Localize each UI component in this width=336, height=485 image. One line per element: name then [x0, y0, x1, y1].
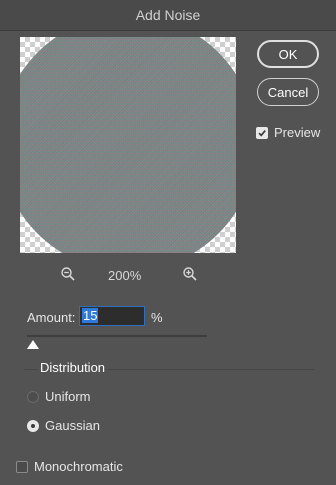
- zoom-in-icon[interactable]: [182, 266, 198, 282]
- zoom-out-icon[interactable]: [60, 266, 76, 282]
- checkbox-checked-icon[interactable]: [256, 126, 268, 139]
- preview-checkbox[interactable]: Preview: [256, 125, 320, 140]
- noise-preview[interactable]: [20, 37, 236, 253]
- dialog-title: Add Noise: [135, 7, 201, 23]
- gaussian-label: Gaussian: [45, 418, 100, 433]
- monochromatic-checkbox[interactable]: Monochromatic: [16, 459, 123, 474]
- checkbox-unchecked-icon[interactable]: [16, 460, 28, 473]
- radio-unselected-icon[interactable]: [27, 390, 39, 403]
- amount-label: Amount:: [27, 310, 76, 325]
- amount-input[interactable]: 15: [79, 306, 145, 326]
- noise-preview-image: [20, 37, 236, 253]
- amount-value: 15: [82, 308, 99, 323]
- radio-selected-icon[interactable]: [27, 419, 39, 432]
- uniform-radio[interactable]: Uniform: [27, 389, 91, 404]
- cancel-button[interactable]: Cancel: [257, 78, 319, 106]
- amount-slider-track[interactable]: [27, 335, 207, 337]
- amount-slider-thumb[interactable]: [27, 340, 39, 349]
- uniform-label: Uniform: [45, 389, 91, 404]
- preview-zoom-controls: 200%: [20, 266, 236, 286]
- zoom-level: 200%: [108, 268, 142, 283]
- monochromatic-label: Monochromatic: [34, 459, 123, 474]
- amount-unit: %: [151, 310, 163, 325]
- preview-label: Preview: [274, 125, 321, 140]
- ok-button[interactable]: OK: [257, 40, 319, 68]
- dialog-title-bar: Add Noise: [0, 0, 336, 31]
- distribution-group: [24, 369, 314, 446]
- distribution-label: Distribution: [37, 360, 109, 375]
- gaussian-radio[interactable]: Gaussian: [27, 418, 100, 433]
